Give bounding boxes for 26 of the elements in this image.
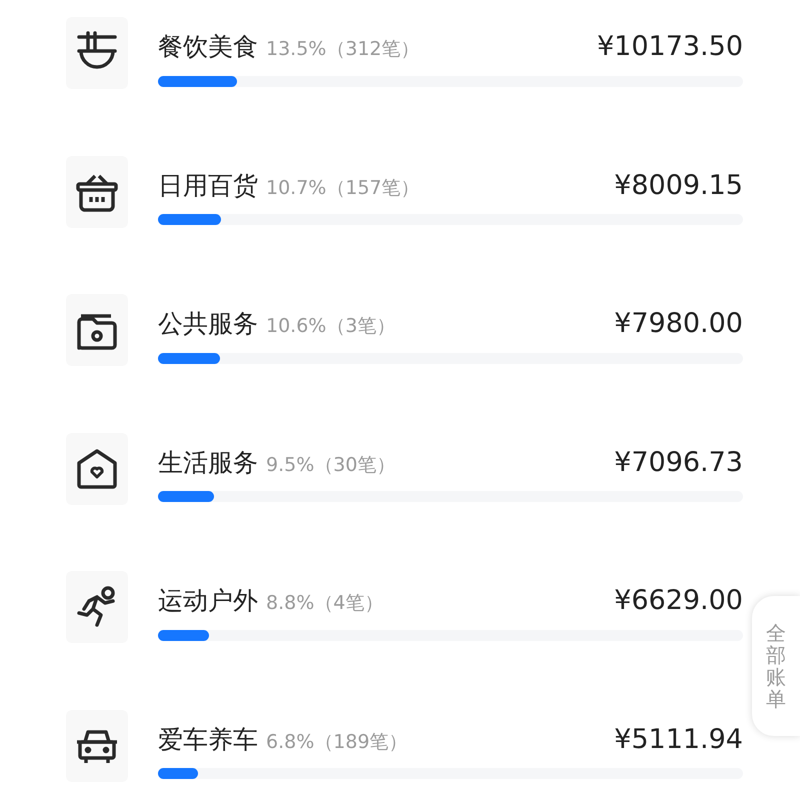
category-share: 6.8%	[266, 730, 314, 755]
transaction-count: （312笔）	[326, 37, 420, 62]
category-name: 生活服务	[158, 446, 258, 479]
category-share: 13.5%	[266, 37, 326, 62]
transaction-count: （157笔）	[326, 176, 420, 201]
category-share: 10.6%	[266, 314, 326, 340]
transaction-count: （3笔）	[326, 314, 396, 340]
all-bills-tab[interactable]: 全部账单	[752, 596, 800, 736]
category-name: 餐饮美食	[158, 31, 258, 63]
category-amount: ¥10173.50	[596, 30, 743, 64]
category-name: 运动户外	[158, 585, 258, 618]
category-name: 爱车养车	[158, 724, 258, 756]
category-name: 日用百货	[158, 170, 258, 202]
category-amount: ¥6629.00	[614, 584, 743, 618]
transaction-count: （30笔）	[314, 452, 396, 478]
category-share: 9.5%	[266, 452, 314, 478]
transaction-count: （4笔）	[314, 591, 384, 616]
category-amount: ¥8009.15	[614, 168, 743, 203]
category-share: 8.8%	[266, 591, 314, 616]
category-amount: ¥7980.00	[614, 307, 743, 342]
house-heart-icon	[75, 446, 119, 491]
category-amount: ¥7096.73	[614, 446, 743, 480]
category-share: 10.7%	[266, 176, 326, 201]
category-name: 公共服务	[158, 308, 258, 340]
category-amount: ¥5111.94	[614, 722, 743, 757]
transaction-count: （189笔）	[314, 730, 408, 755]
